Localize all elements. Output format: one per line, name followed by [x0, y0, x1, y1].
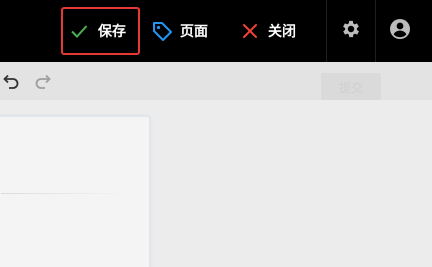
top-bar: 保存 页面 关闭	[0, 0, 432, 62]
settings-button[interactable]	[327, 0, 375, 62]
edit-toolbar: 提交	[0, 62, 432, 101]
account-button[interactable]	[376, 0, 424, 62]
gear-icon	[340, 18, 362, 44]
user-icon	[389, 18, 411, 44]
close-button[interactable]: 关闭	[240, 8, 296, 54]
page-button[interactable]: 页面	[151, 8, 208, 54]
tag-icon	[151, 20, 173, 42]
save-button[interactable]: 保存	[61, 7, 140, 55]
content-card[interactable]	[0, 116, 150, 267]
close-icon	[240, 21, 260, 41]
toolbar-action-button[interactable]: 提交	[321, 73, 381, 101]
undo-icon[interactable]	[0, 70, 22, 92]
check-icon	[68, 20, 90, 42]
redo-icon[interactable]	[32, 70, 54, 92]
save-button-label: 保存	[98, 24, 126, 40]
page-button-label: 页面	[180, 24, 208, 40]
card-divider	[1, 193, 131, 194]
editor-canvas[interactable]	[0, 100, 432, 267]
close-button-label: 关闭	[268, 24, 296, 40]
